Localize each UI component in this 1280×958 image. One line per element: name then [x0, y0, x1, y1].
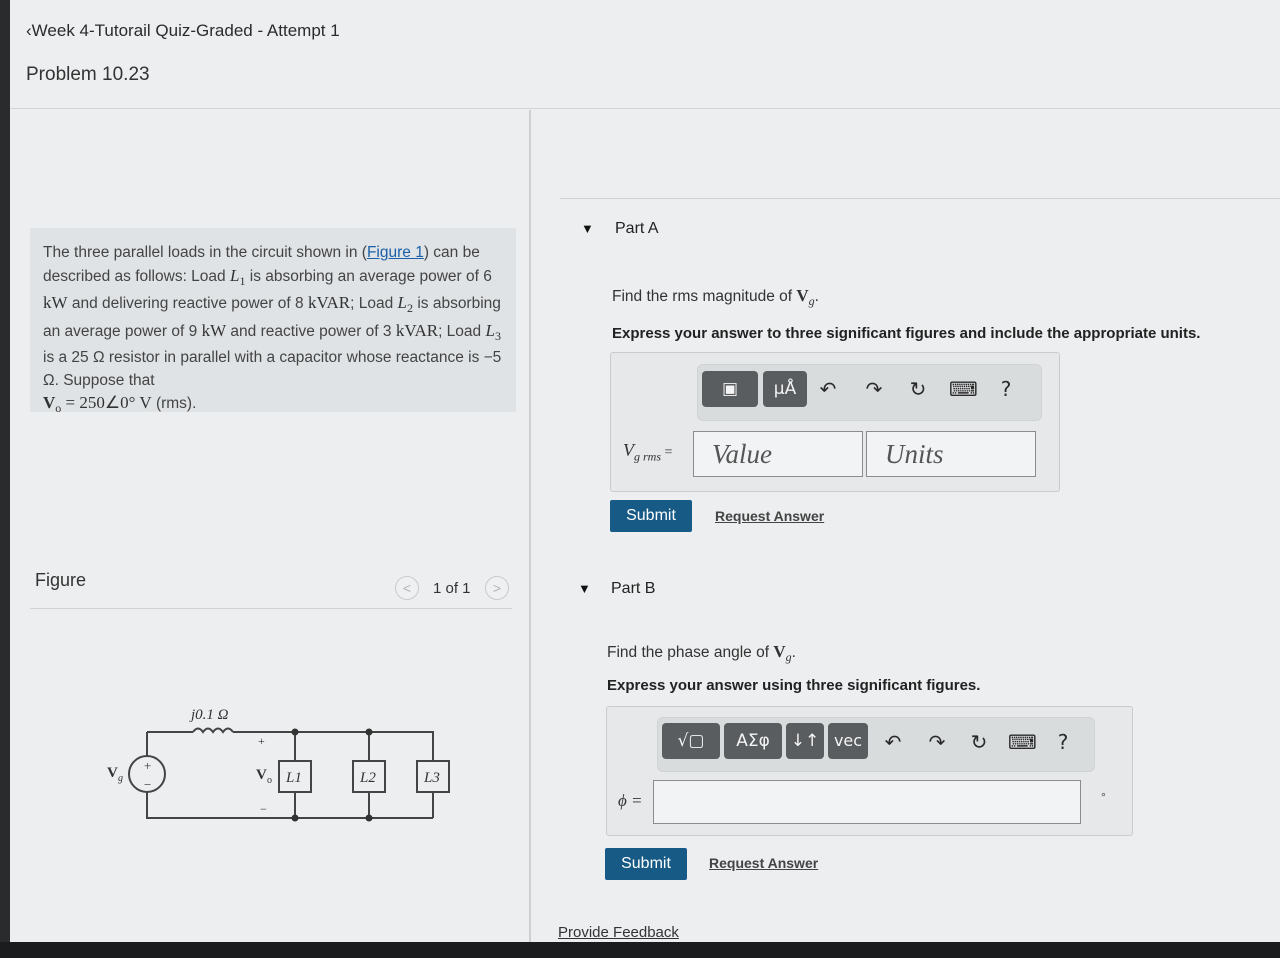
part-b-submit-button[interactable]: Submit	[605, 848, 687, 880]
part-a-collapse-caret-icon[interactable]: ▼	[581, 221, 594, 236]
column-divider	[529, 110, 531, 942]
provide-feedback-link[interactable]: Provide Feedback	[558, 924, 679, 941]
redo-icon: ↷	[865, 377, 883, 401]
part-a-question: Find the rms magnitude of Vg.	[612, 286, 819, 309]
undo-icon: ↶	[884, 730, 902, 754]
sqrt-template-icon: √▢	[677, 731, 705, 751]
help-button[interactable]: ?	[993, 375, 1019, 403]
part-b-question: Find the phase angle of Vg.	[607, 642, 796, 665]
phi-label: ϕ =	[618, 791, 643, 810]
sub-superscript-icon: ↓↑	[790, 731, 820, 751]
part-a-request-answer-link[interactable]: Request Answer	[715, 508, 824, 524]
help-button[interactable]: ?	[1050, 728, 1076, 756]
part-a-top-rule	[560, 198, 1280, 199]
header-divider	[10, 108, 1280, 109]
reset-icon: ↻	[970, 730, 988, 754]
vg-rms-label: Vg rms =	[623, 440, 673, 464]
figure-page-count: 1 of 1	[433, 580, 471, 597]
degree-unit: °	[1101, 790, 1106, 804]
figure-heading: Figure	[35, 570, 87, 590]
vo-label: V	[256, 767, 267, 783]
templates-button[interactable]: √▢	[662, 723, 720, 759]
vector-button[interactable]: vec	[828, 723, 868, 759]
vg-subscript: g	[118, 773, 123, 784]
problem-statement: The three parallel loads in the circuit …	[43, 244, 502, 416]
undo-icon: ↶	[819, 377, 837, 401]
vo-subscript: o	[267, 775, 272, 786]
undo-button[interactable]: ↶	[880, 728, 906, 756]
screen-left-edge	[0, 0, 10, 942]
vo-minus-sign: −	[260, 802, 267, 816]
vg-label: V	[107, 765, 118, 781]
redo-button[interactable]: ↷	[924, 728, 950, 756]
part-b-request-answer-link[interactable]: Request Answer	[709, 855, 818, 871]
figure-next-button[interactable]: >	[485, 576, 509, 600]
reset-button[interactable]: ↻	[966, 728, 992, 756]
back-to-assignment-link[interactable]: ‹Week 4-Tutorail Quiz-Graded - Attempt 1	[26, 21, 340, 41]
inductor-label: j0.1 Ω	[189, 707, 229, 723]
value-input[interactable]: Value	[693, 431, 863, 477]
part-a-toolbar: ▣ μÅ ↶ ↷ ↻ ⌨ ?	[697, 364, 1042, 421]
part-a-submit-button[interactable]: Submit	[610, 500, 692, 532]
keyboard-button[interactable]: ⌨	[949, 375, 978, 403]
part-b-title: Part B	[611, 580, 656, 597]
keyboard-icon: ⌨	[1008, 730, 1037, 754]
keyboard-icon: ⌨	[949, 377, 978, 401]
load-l2-label: L2	[359, 770, 376, 786]
reset-icon: ↻	[909, 377, 927, 401]
part-a-title: Part A	[615, 220, 659, 237]
figure-prev-button[interactable]: <	[395, 576, 419, 600]
chevron-left-icon: <	[402, 580, 412, 596]
keyboard-button[interactable]: ⌨	[1008, 728, 1037, 756]
circuit-diagram: + − j0.1 Ω V g + V o − L1 L2 L3	[107, 707, 450, 822]
vector-icon: vec	[833, 731, 863, 750]
units-symbols-button[interactable]: μÅ	[763, 371, 807, 407]
help-icon: ?	[1000, 377, 1012, 401]
part-b-collapse-caret-icon[interactable]: ▼	[578, 581, 591, 596]
part-b-toolbar: √▢ ΑΣφ ↓↑ vec ↶ ↷ ↻ ⌨ ?	[657, 717, 1095, 772]
greek-letters-icon: ΑΣφ	[736, 731, 770, 751]
problem-title: Problem 10.23	[26, 64, 150, 85]
vo-plus-sign: +	[258, 734, 265, 748]
part-a-instruction: Express your answer to three significant…	[612, 325, 1201, 342]
units-mu-angstrom-icon: μÅ	[773, 379, 797, 399]
units-input[interactable]: Units	[866, 431, 1036, 477]
phase-angle-input[interactable]	[653, 780, 1081, 824]
templates-icon: ▣	[721, 379, 739, 399]
templates-button[interactable]: ▣	[702, 371, 758, 407]
help-icon: ?	[1057, 730, 1069, 754]
source-minus-sign: −	[144, 777, 151, 792]
redo-icon: ↷	[928, 730, 946, 754]
chevron-right-icon: >	[492, 580, 502, 596]
part-b-instruction: Express your answer using three signific…	[607, 677, 981, 694]
redo-button[interactable]: ↷	[861, 375, 887, 403]
subscript-superscript-button[interactable]: ↓↑	[786, 723, 824, 759]
reset-button[interactable]: ↻	[905, 375, 931, 403]
source-plus-sign: +	[144, 758, 151, 773]
greek-symbols-button[interactable]: ΑΣφ	[724, 723, 782, 759]
undo-button[interactable]: ↶	[815, 375, 841, 403]
figure-divider	[30, 608, 512, 609]
load-l1-label: L1	[285, 770, 302, 786]
monitor-bezel	[0, 942, 1280, 958]
load-l3-label: L3	[423, 770, 440, 786]
figure-1-link[interactable]: Figure 1	[367, 244, 424, 261]
